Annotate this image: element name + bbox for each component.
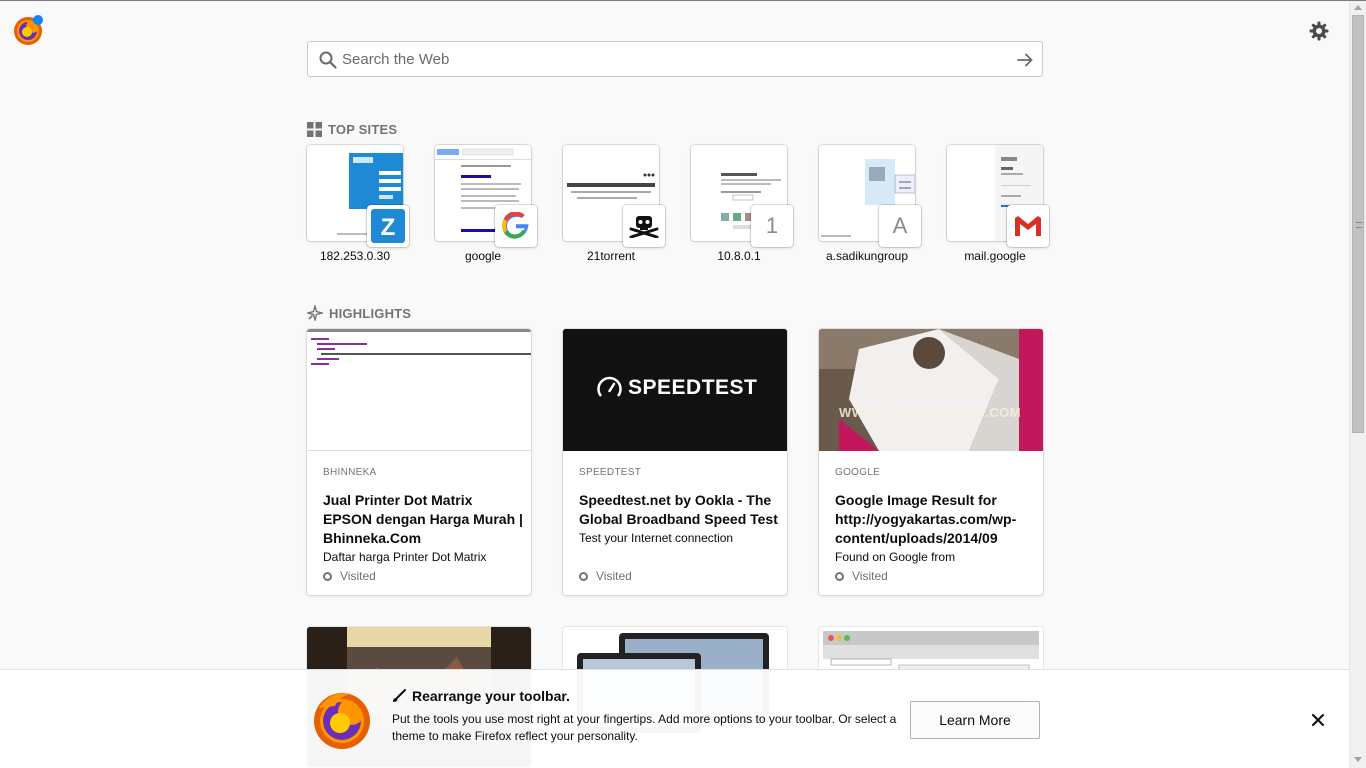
search-box[interactable] (307, 41, 1043, 77)
onboarding-snippet: Rearrange your toolbar. Put the tools yo… (0, 669, 1349, 768)
card-source: GOOGLE (835, 467, 881, 478)
card-preview-image (307, 329, 531, 451)
tile-fallback-letter: A (879, 205, 921, 247)
close-icon[interactable] (1311, 713, 1325, 727)
learn-more-button[interactable]: Learn More (910, 701, 1040, 739)
tile-label: 10.8.0.1 (717, 249, 761, 263)
tile-label: 182.253.0.30 (319, 249, 391, 263)
visited-icon (835, 571, 844, 581)
highlights-header[interactable]: HIGHLIGHTS (307, 305, 411, 321)
card-title: Speedtest.net by Ookla - The Global Broa… (579, 492, 778, 527)
scrollbar-grip-icon (1356, 222, 1362, 228)
highlight-card[interactable]: BHINNEKA Jual Printer Dot Matrix EPSON d… (307, 329, 531, 595)
gear-icon[interactable] (1308, 20, 1330, 42)
top-sites-grid-icon (307, 121, 322, 137)
card-context-label: Visited (596, 569, 632, 583)
firefox-logo-icon (314, 693, 370, 749)
card-context: Visited (835, 569, 888, 583)
page-scrollbar[interactable] (1349, 1, 1366, 768)
search-input[interactable] (342, 43, 1002, 75)
zimbra-z-icon: Z (367, 205, 409, 247)
card-context-label: Visited (852, 569, 888, 583)
visited-icon (579, 571, 588, 581)
card-context: Visited (323, 569, 376, 583)
card-preview-image: SPEEDTEST (563, 329, 787, 451)
firefox-logo-icon (14, 15, 43, 45)
scroll-up-arrow-icon[interactable] (1354, 5, 1362, 10)
highlights-sparkle-icon (307, 305, 323, 321)
card-title: Google Image Result for http://yogyakart… (835, 492, 1017, 546)
card-description: Test your Internet connection (579, 531, 734, 545)
search-icon (319, 51, 337, 69)
brush-icon (393, 689, 406, 702)
highlight-card[interactable]: WWW.YOGYAKARTAS.COM GOOGLE Google Image … (819, 329, 1043, 595)
card-title: Jual Printer Dot Matrix EPSON dengan Har… (323, 492, 523, 546)
tile-label: a.sadikungroup (825, 249, 909, 263)
google-g-icon (495, 205, 537, 247)
card-context: Visited (579, 569, 632, 583)
tile-label: mail.google (964, 249, 1026, 263)
card-source: BHINNEKA (323, 467, 377, 478)
search-go-arrow-icon[interactable] (1016, 51, 1034, 69)
window-top-border (0, 0, 1366, 1)
card-context-label: Visited (340, 569, 376, 583)
snippet-title: Rearrange your toolbar. (392, 688, 570, 704)
visited-icon (323, 571, 332, 581)
card-preview-image: WWW.YOGYAKARTAS.COM (819, 329, 1043, 451)
snippet-text: Put the tools you use most right at your… (392, 712, 897, 743)
pirate-icon (623, 205, 665, 247)
card-description: Found on Google from (835, 550, 956, 564)
svg-text:Z: Z (381, 214, 396, 241)
scrollbar-thumb[interactable] (1352, 15, 1364, 433)
top-sites-title: TOP SITES (328, 121, 398, 137)
gmail-icon (1007, 205, 1049, 247)
highlights-title: HIGHLIGHTS (329, 305, 412, 321)
snippet-title-text: Rearrange your toolbar. (412, 688, 570, 704)
card-description: Daftar harga Printer Dot Matrix (323, 550, 487, 564)
speedtest-logo-text: SPEEDTEST (628, 376, 758, 399)
tile-fallback-letter: 1 (751, 205, 793, 247)
tile-label: google (464, 249, 502, 263)
watermark-text: WWW.YOGYAKARTAS.COM (839, 405, 1022, 420)
top-sites-header[interactable]: TOP SITES (307, 121, 397, 137)
highlight-card[interactable]: SPEEDTEST SPEEDTEST Speedtest.net by Ook… (563, 329, 787, 595)
scroll-down-arrow-icon[interactable] (1354, 757, 1362, 762)
tile-label: 21torrent (586, 249, 636, 263)
card-source: SPEEDTEST (579, 467, 642, 478)
